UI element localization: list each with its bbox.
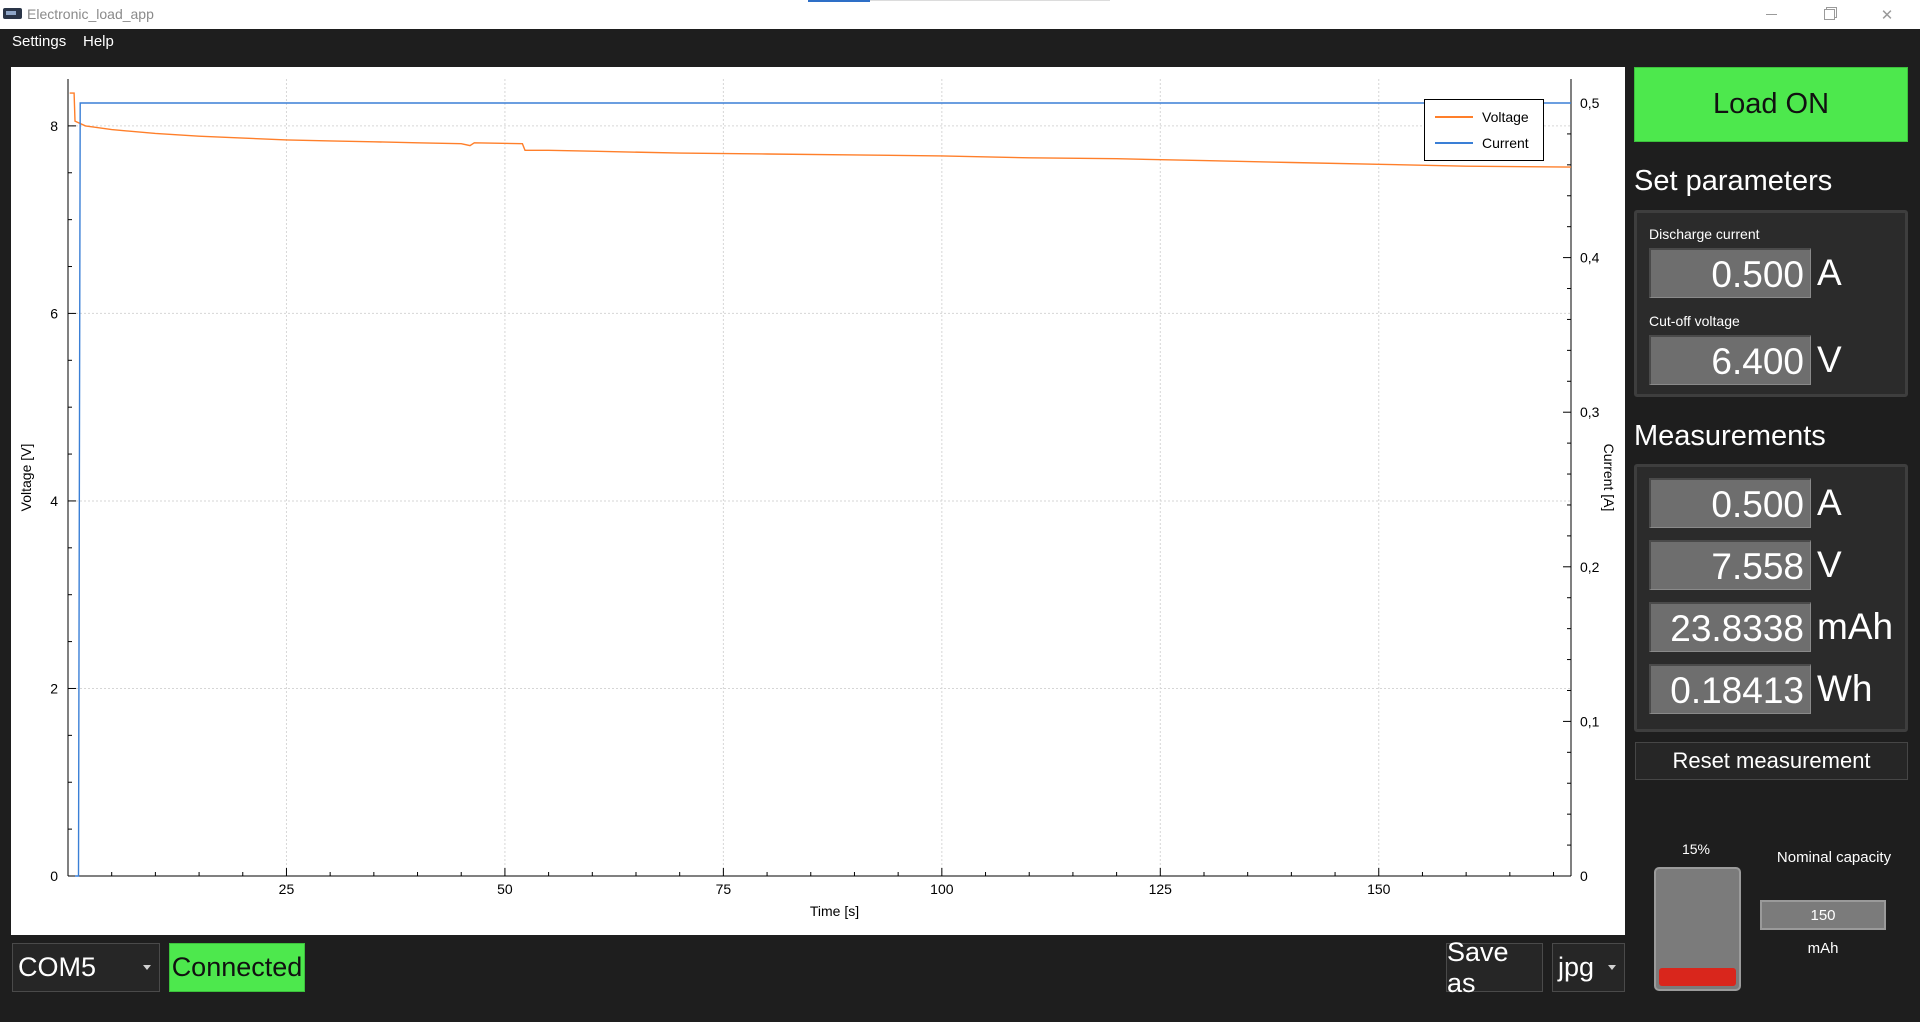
nominal-capacity-input[interactable]: 150 bbox=[1760, 900, 1886, 930]
measured-current-unit: A bbox=[1817, 482, 1842, 523]
app-icon bbox=[3, 8, 22, 19]
measured-voltage-display: 7.558 bbox=[1649, 540, 1811, 590]
y-right-tick-label: 0,4 bbox=[1580, 250, 1600, 266]
menu-bar: Settings Help bbox=[0, 29, 1920, 55]
y-left-tick-label: 8 bbox=[50, 118, 58, 134]
series-line-voltage bbox=[69, 92, 1572, 168]
set-parameters-panel: Discharge current 0.500 A Cut-off voltag… bbox=[1634, 210, 1908, 397]
cutoff-voltage-field[interactable]: 6.400 bbox=[1649, 335, 1811, 385]
x-tick-label: 75 bbox=[716, 881, 732, 897]
nominal-capacity-label: Nominal capacity bbox=[1776, 849, 1892, 866]
legend-label-voltage: Voltage bbox=[1482, 109, 1529, 125]
nominal-capacity-unit: mAh bbox=[1807, 940, 1839, 957]
port-select-value: COM5 bbox=[18, 952, 97, 982]
y-left-tick-label: 0 bbox=[50, 868, 58, 884]
y-left-tick-label: 6 bbox=[50, 305, 58, 321]
y-left-tick-label: 2 bbox=[50, 680, 58, 696]
save-as-button[interactable]: Save as bbox=[1446, 937, 1543, 998]
chevron-down-icon bbox=[1608, 965, 1616, 970]
measurements-panel: 0.500 A 7.558 V 23.8338 mAh 0.18413 Wh bbox=[1634, 464, 1908, 732]
menu-settings[interactable]: Settings bbox=[12, 33, 66, 50]
legend-item-voltage: Voltage bbox=[1435, 108, 1529, 126]
series-line-current bbox=[75, 102, 1571, 877]
menu-help[interactable]: Help bbox=[83, 33, 114, 50]
x-tick-label: 100 bbox=[930, 881, 954, 897]
y-right-tick-label: 0 bbox=[1580, 868, 1588, 884]
x-tick-label: 50 bbox=[497, 881, 513, 897]
maximize-button[interactable] bbox=[1800, 0, 1858, 29]
y-right-tick-label: 0,2 bbox=[1580, 559, 1600, 575]
y-right-tick-label: 0,5 bbox=[1580, 95, 1600, 111]
battery-gauge bbox=[1654, 867, 1741, 991]
battery-level-fill bbox=[1659, 968, 1736, 986]
battery-percent-label: 15% bbox=[1681, 841, 1711, 857]
y-right-axis-title: Current [A] bbox=[1601, 444, 1617, 512]
format-select-value: jpg bbox=[1558, 952, 1595, 982]
x-tick-label: 25 bbox=[279, 881, 295, 897]
cutoff-voltage-label: Cut-off voltage bbox=[1649, 313, 1740, 329]
close-button[interactable]: ✕ bbox=[1858, 0, 1916, 29]
y-right-tick-label: 0,1 bbox=[1580, 713, 1600, 729]
legend-swatch-voltage bbox=[1435, 116, 1473, 118]
measurements-title: Measurements bbox=[1634, 420, 1826, 452]
x-tick-label: 150 bbox=[1367, 881, 1391, 897]
cutoff-voltage-unit: V bbox=[1817, 339, 1842, 380]
minimize-button[interactable] bbox=[1742, 0, 1800, 29]
minimize-icon bbox=[1765, 14, 1777, 15]
port-select[interactable]: COM5 bbox=[12, 943, 160, 992]
set-parameters-title: Set parameters bbox=[1634, 165, 1833, 197]
discharge-current-label: Discharge current bbox=[1649, 226, 1760, 242]
chevron-down-icon bbox=[143, 965, 151, 970]
title-accent-bar bbox=[808, 0, 870, 2]
reset-measurement-button[interactable]: Reset measurement bbox=[1635, 742, 1908, 780]
measured-energy-display: 0.18413 bbox=[1649, 664, 1811, 714]
x-axis-title: Time [s] bbox=[810, 903, 859, 919]
legend-item-current: Current bbox=[1435, 134, 1529, 152]
legend-label-current: Current bbox=[1482, 135, 1529, 151]
restore-icon bbox=[1823, 9, 1835, 20]
y-left-tick-label: 4 bbox=[50, 493, 58, 509]
measured-capacity-unit: mAh bbox=[1817, 606, 1894, 647]
format-select[interactable]: jpg bbox=[1552, 943, 1625, 992]
title-bar: Electronic_load_app ✕ bbox=[0, 0, 1920, 29]
measured-capacity-display: 23.8338 bbox=[1649, 602, 1811, 652]
window-title: Electronic_load_app bbox=[27, 6, 154, 22]
close-icon: ✕ bbox=[1880, 6, 1894, 24]
discharge-current-field[interactable]: 0.500 bbox=[1649, 248, 1811, 298]
connect-button[interactable]: Connected bbox=[169, 943, 305, 992]
title-accent-divider bbox=[870, 0, 1110, 1]
measured-voltage-unit: V bbox=[1817, 544, 1842, 585]
measured-current-display: 0.500 bbox=[1649, 478, 1811, 528]
load-on-button[interactable]: Load ON bbox=[1634, 67, 1908, 142]
legend-swatch-current bbox=[1435, 142, 1473, 144]
voltage-current-chart: 25 50 75 100 125 150 0 2 4 6 8 0 0,1 0,2 0,3 0,4 0,5 Time… bbox=[18, 79, 1617, 919]
y-right-tick-label: 0,3 bbox=[1580, 404, 1600, 420]
plot-area[interactable]: 25 50 75 100 125 150 0 2 4 6 8 0 0,1 0,2 0,3 0,4 0,5 Time… bbox=[11, 67, 1625, 935]
chart-legend: Voltage Current bbox=[1424, 99, 1544, 161]
x-tick-label: 125 bbox=[1149, 881, 1173, 897]
y-left-axis-title: Voltage [V] bbox=[18, 444, 34, 512]
measured-energy-unit: Wh bbox=[1817, 668, 1873, 709]
discharge-current-unit: A bbox=[1817, 252, 1842, 293]
